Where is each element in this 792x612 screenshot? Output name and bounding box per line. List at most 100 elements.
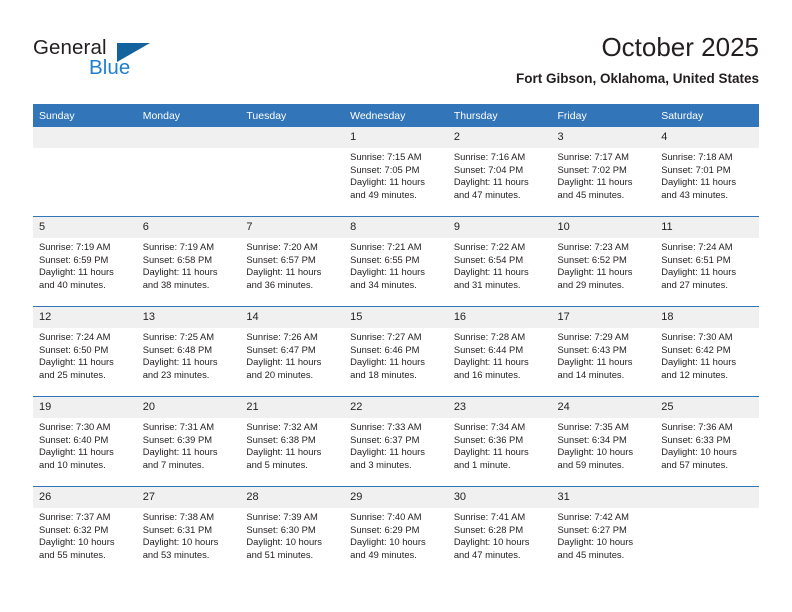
day-number: 15 xyxy=(344,307,448,328)
daylight-duration-line2: and 51 minutes. xyxy=(246,548,314,560)
daylight-duration-line1: Daylight: 11 hours xyxy=(661,266,737,278)
sunset-time: Sunset: 6:32 PM xyxy=(39,523,109,535)
sunrise-time: Sunrise: 7:17 AM xyxy=(557,151,629,162)
day-details: Sunrise: 7:27 AM Sunset: 6:46 PM Daylight:… xyxy=(344,328,448,381)
daylight-duration-line2: and 59 minutes. xyxy=(557,458,625,470)
calendar-day-cell[interactable]: 9 Sunrise: 7:22 AM Sunset: 6:54 PM Daylight… xyxy=(447,216,552,307)
calendar-day-cell[interactable]: 12 Sunrise: 7:24 AM Sunset: 6:50 PM Dayligh… xyxy=(33,306,137,397)
calendar-day-cell[interactable]: 21 Sunrise: 7:32 AM Sunset: 6:38 PM Dayligh… xyxy=(240,396,345,487)
sunrise-time: Sunrise: 7:41 AM xyxy=(453,511,526,522)
day-details: Sunrise: 7:16 AM Sunset: 7:04 PM Daylight:… xyxy=(448,148,552,201)
calendar-day-cell[interactable]: 16 Sunrise: 7:28 AM Sunset: 6:44 PM Dayligh… xyxy=(447,306,552,397)
calendar-day-cell[interactable]: 26 Sunrise: 7:37 AM Sunset: 6:32 PM Dayligh… xyxy=(33,486,137,576)
sunset-time: Sunset: 7:05 PM xyxy=(350,163,420,175)
calendar-header-row: Sunday Monday Tuesday Wednesday Thursday… xyxy=(33,104,759,127)
daylight-duration-line2: and 49 minutes. xyxy=(350,188,417,200)
sunset-time: Sunset: 6:46 PM xyxy=(350,343,420,355)
day-details: Sunrise: 7:34 AM Sunset: 6:36 PM Daylight:… xyxy=(448,418,552,471)
day-number xyxy=(240,127,345,148)
sunset-time: Sunset: 7:02 PM xyxy=(557,163,627,175)
calendar-day-cell[interactable]: 1 Sunrise: 7:15 AM Sunset: 7:05 PM Daylight… xyxy=(344,127,448,217)
day-number: 13 xyxy=(136,307,241,328)
daylight-duration-line1: Daylight: 10 hours xyxy=(453,536,530,548)
calendar-day-cell[interactable]: 27 Sunrise: 7:38 AM Sunset: 6:31 PM Dayligh… xyxy=(136,486,241,576)
calendar-day-cell[interactable]: 19 Sunrise: 7:30 AM Sunset: 6:40 PM Dayligh… xyxy=(33,396,137,487)
calendar-day-cell[interactable]: 2 Sunrise: 7:16 AM Sunset: 7:04 PM Daylight… xyxy=(447,127,552,217)
daylight-duration-line1: Daylight: 11 hours xyxy=(557,356,633,368)
calendar-day-cell[interactable]: 5 Sunrise: 7:19 AM Sunset: 6:59 PM Daylight… xyxy=(33,216,137,307)
daylight-duration-line2: and 18 minutes. xyxy=(350,368,417,380)
calendar-day-cell[interactable]: 20 Sunrise: 7:31 AM Sunset: 6:39 PM Dayligh… xyxy=(136,396,241,487)
calendar-day-cell[interactable]: 3 Sunrise: 7:17 AM Sunset: 7:02 PM Daylight… xyxy=(551,127,656,217)
calendar-day-cell[interactable]: 29 Sunrise: 7:40 AM Sunset: 6:29 PM Dayligh… xyxy=(344,486,448,576)
daylight-duration-line1: Daylight: 11 hours xyxy=(557,266,633,278)
calendar-day-cell[interactable]: 6 Sunrise: 7:19 AM Sunset: 6:58 PM Daylight… xyxy=(136,216,241,307)
daylight-duration-line2: and 12 minutes. xyxy=(661,368,728,380)
calendar-day-cell[interactable]: 4 Sunrise: 7:18 AM Sunset: 7:01 PM Daylight… xyxy=(655,127,759,217)
calendar-week-row: 26 Sunrise: 7:37 AM Sunset: 6:32 PM Dayligh… xyxy=(33,486,759,576)
title-block: October 2025 Fort Gibson, Oklahoma, Unit… xyxy=(516,30,759,89)
day-details: Sunrise: 7:22 AM Sunset: 6:54 PM Daylight:… xyxy=(448,238,552,291)
calendar-day-cell[interactable]: 22 Sunrise: 7:33 AM Sunset: 6:37 PM Dayligh… xyxy=(344,396,448,487)
calendar-day-cell[interactable]: 17 Sunrise: 7:29 AM Sunset: 6:43 PM Dayligh… xyxy=(551,306,656,397)
calendar-day-cell[interactable]: 30 Sunrise: 7:41 AM Sunset: 6:28 PM Dayligh… xyxy=(447,486,552,576)
sunrise-time: Sunrise: 7:42 AM xyxy=(557,511,629,522)
day-details: Sunrise: 7:40 AM Sunset: 6:29 PM Daylight:… xyxy=(344,508,448,561)
day-details: Sunrise: 7:26 AM Sunset: 6:47 PM Daylight:… xyxy=(240,328,344,381)
day-number: 10 xyxy=(551,217,656,238)
calendar-day-cell[interactable]: 28 Sunrise: 7:39 AM Sunset: 6:30 PM Dayligh… xyxy=(240,486,345,576)
sunrise-sunset-calendar: Sunday Monday Tuesday Wednesday Thursday… xyxy=(33,104,759,576)
day-number: 14 xyxy=(240,307,345,328)
daylight-duration-line2: and 34 minutes. xyxy=(350,278,417,290)
sunset-time: Sunset: 6:42 PM xyxy=(661,343,731,355)
general-blue-logo[interactable]: General Blue xyxy=(33,36,213,84)
sunset-time: Sunset: 6:39 PM xyxy=(142,433,213,445)
sunset-time: Sunset: 6:29 PM xyxy=(350,523,420,535)
calendar-day-cell[interactable]: 15 Sunrise: 7:27 AM Sunset: 6:46 PM Dayligh… xyxy=(344,306,448,397)
daylight-duration-line2: and 7 minutes. xyxy=(142,458,205,470)
calendar-day-cell[interactable]: 10 Sunrise: 7:23 AM Sunset: 6:52 PM Dayligh… xyxy=(551,216,656,307)
calendar-day-cell[interactable]: 18 Sunrise: 7:30 AM Sunset: 6:42 PM Dayligh… xyxy=(655,306,759,397)
calendar-day-cell[interactable]: 24 Sunrise: 7:35 AM Sunset: 6:34 PM Dayligh… xyxy=(551,396,656,487)
day-number: 2 xyxy=(447,127,552,148)
day-details: Sunrise: 7:32 AM Sunset: 6:38 PM Daylight:… xyxy=(240,418,344,471)
day-number: 7 xyxy=(240,217,345,238)
daylight-duration-line1: Daylight: 11 hours xyxy=(661,356,737,368)
sunrise-time: Sunrise: 7:29 AM xyxy=(557,331,629,342)
calendar-day-cell[interactable]: 25 Sunrise: 7:36 AM Sunset: 6:33 PM Dayligh… xyxy=(655,396,759,487)
sunset-time: Sunset: 7:04 PM xyxy=(453,163,524,175)
day-details: Sunrise: 7:35 AM Sunset: 6:34 PM Daylight:… xyxy=(552,418,656,471)
calendar-day-cell[interactable]: 23 Sunrise: 7:34 AM Sunset: 6:36 PM Dayligh… xyxy=(447,396,552,487)
calendar-day-cell[interactable]: 8 Sunrise: 7:21 AM Sunset: 6:55 PM Daylight… xyxy=(344,216,448,307)
day-number: 8 xyxy=(344,217,448,238)
sunset-time: Sunset: 6:48 PM xyxy=(142,343,213,355)
weekday-header-thursday: Thursday xyxy=(447,104,552,127)
day-details: Sunrise: 7:39 AM Sunset: 6:30 PM Daylight:… xyxy=(240,508,344,561)
sunset-time: Sunset: 6:55 PM xyxy=(350,253,420,265)
daylight-duration-line1: Daylight: 11 hours xyxy=(350,176,425,188)
daylight-duration-line1: Daylight: 11 hours xyxy=(557,176,633,188)
day-details: Sunrise: 7:37 AM Sunset: 6:32 PM Daylight:… xyxy=(33,508,137,561)
calendar-day-cell[interactable]: 14 Sunrise: 7:26 AM Sunset: 6:47 PM Dayligh… xyxy=(240,306,345,397)
calendar-day-cell[interactable]: 31 Sunrise: 7:42 AM Sunset: 6:27 PM Dayligh… xyxy=(551,486,656,576)
daylight-duration-line2: and 53 minutes. xyxy=(142,548,210,560)
calendar-day-cell[interactable]: 7 Sunrise: 7:20 AM Sunset: 6:57 PM Daylight… xyxy=(240,216,345,307)
daylight-duration-line1: Daylight: 11 hours xyxy=(453,176,529,188)
sunset-time: Sunset: 6:34 PM xyxy=(557,433,627,445)
daylight-duration-line1: Daylight: 11 hours xyxy=(246,446,322,458)
day-details: Sunrise: 7:18 AM Sunset: 7:01 PM Daylight:… xyxy=(655,148,759,201)
day-number: 27 xyxy=(136,487,241,508)
sunrise-time: Sunrise: 7:24 AM xyxy=(661,241,733,252)
daylight-duration-line2: and 1 minute. xyxy=(453,458,511,470)
sunset-time: Sunset: 6:38 PM xyxy=(246,433,316,445)
day-number: 1 xyxy=(344,127,448,148)
day-number: 18 xyxy=(655,307,759,328)
calendar-day-cell[interactable]: 13 Sunrise: 7:25 AM Sunset: 6:48 PM Dayligh… xyxy=(136,306,241,397)
calendar-body: 1 Sunrise: 7:15 AM Sunset: 7:05 PM Daylight… xyxy=(33,127,759,576)
sunrise-time: Sunrise: 7:39 AM xyxy=(246,511,318,522)
weekday-header-wednesday: Wednesday xyxy=(344,104,448,127)
calendar-empty-cell xyxy=(240,127,345,217)
weekday-header-saturday: Saturday xyxy=(655,104,759,127)
calendar-day-cell[interactable]: 11 Sunrise: 7:24 AM Sunset: 6:51 PM Dayligh… xyxy=(655,216,759,307)
day-number: 17 xyxy=(551,307,656,328)
